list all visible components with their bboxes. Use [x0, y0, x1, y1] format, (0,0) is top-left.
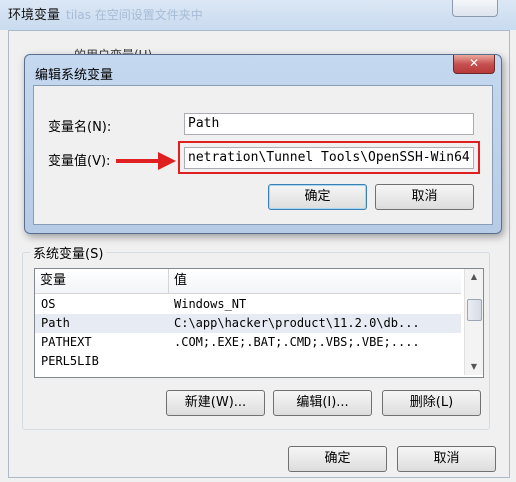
column-header-value[interactable]: 值 — [169, 269, 461, 293]
variable-value-cell: Windows_NT — [174, 297, 247, 311]
table-row[interactable]: PATHEXT .COM;.EXE;.BAT;.CMD;.VBS;.VBE;..… — [35, 333, 461, 352]
variable-name-cell: OS — [41, 297, 56, 311]
ok-button[interactable]: 确定 — [288, 446, 387, 472]
variable-name-cell: Path — [41, 316, 70, 330]
edit-variable-button[interactable]: 编辑(I)... — [273, 390, 372, 416]
dialog-cancel-button[interactable]: 取消 — [375, 184, 474, 210]
variable-value-cell: .COM;.EXE;.BAT;.CMD;.VBS;.VBE;.... — [174, 335, 420, 349]
variable-value-cell: C:\app\hacker\product\11.2.0\db... — [174, 316, 420, 330]
dialog-close-icon[interactable]: ✕ — [453, 55, 495, 74]
table-row[interactable]: Path C:\app\hacker\product\11.2.0\db... — [35, 314, 461, 333]
dialog-title: 编辑系统变量 — [35, 68, 114, 83]
window-title-ghost-text: tilas 在空间设置文件夹中 — [66, 8, 203, 22]
dialog-ok-button[interactable]: 确定 — [268, 184, 367, 210]
list-scrollbar[interactable]: ▲ ▼ — [464, 269, 483, 375]
window-titlebar: 环境变量 tilas 在空间设置文件夹中 — [0, 0, 516, 30]
scroll-thumb[interactable] — [467, 299, 482, 321]
delete-variable-button[interactable]: 删除(L) — [382, 390, 481, 416]
window-close-button[interactable] — [452, 0, 498, 17]
scroll-up-arrow-icon[interactable]: ▲ — [465, 269, 483, 285]
system-variables-list[interactable]: 变量 值 OS Windows_NT Path C:\app\hacker\pr… — [34, 268, 484, 378]
variable-value-label: 变量值(V): — [48, 154, 111, 169]
new-variable-button[interactable]: 新建(W)... — [166, 390, 265, 416]
table-row[interactable]: PERL5LIB — [35, 352, 461, 371]
annotation-arrow-icon — [116, 152, 176, 170]
table-row[interactable]: OS Windows_NT — [35, 295, 461, 314]
variable-name-cell: PERL5LIB — [41, 354, 99, 368]
window-title: 环境变量 — [8, 8, 61, 23]
scroll-down-arrow-icon[interactable]: ▼ — [465, 359, 483, 375]
list-header: 变量 值 — [35, 269, 461, 294]
system-variables-label: 系统变量(S) — [30, 243, 107, 262]
annotation-highlight-box — [178, 141, 480, 174]
variable-name-field[interactable]: Path — [184, 113, 474, 135]
variable-name-cell: PATHEXT — [41, 335, 92, 349]
column-header-variable[interactable]: 变量 — [35, 269, 169, 293]
cancel-button[interactable]: 取消 — [397, 446, 496, 472]
variable-name-label: 变量名(N): — [48, 120, 112, 135]
variable-value-cell — [174, 352, 459, 371]
